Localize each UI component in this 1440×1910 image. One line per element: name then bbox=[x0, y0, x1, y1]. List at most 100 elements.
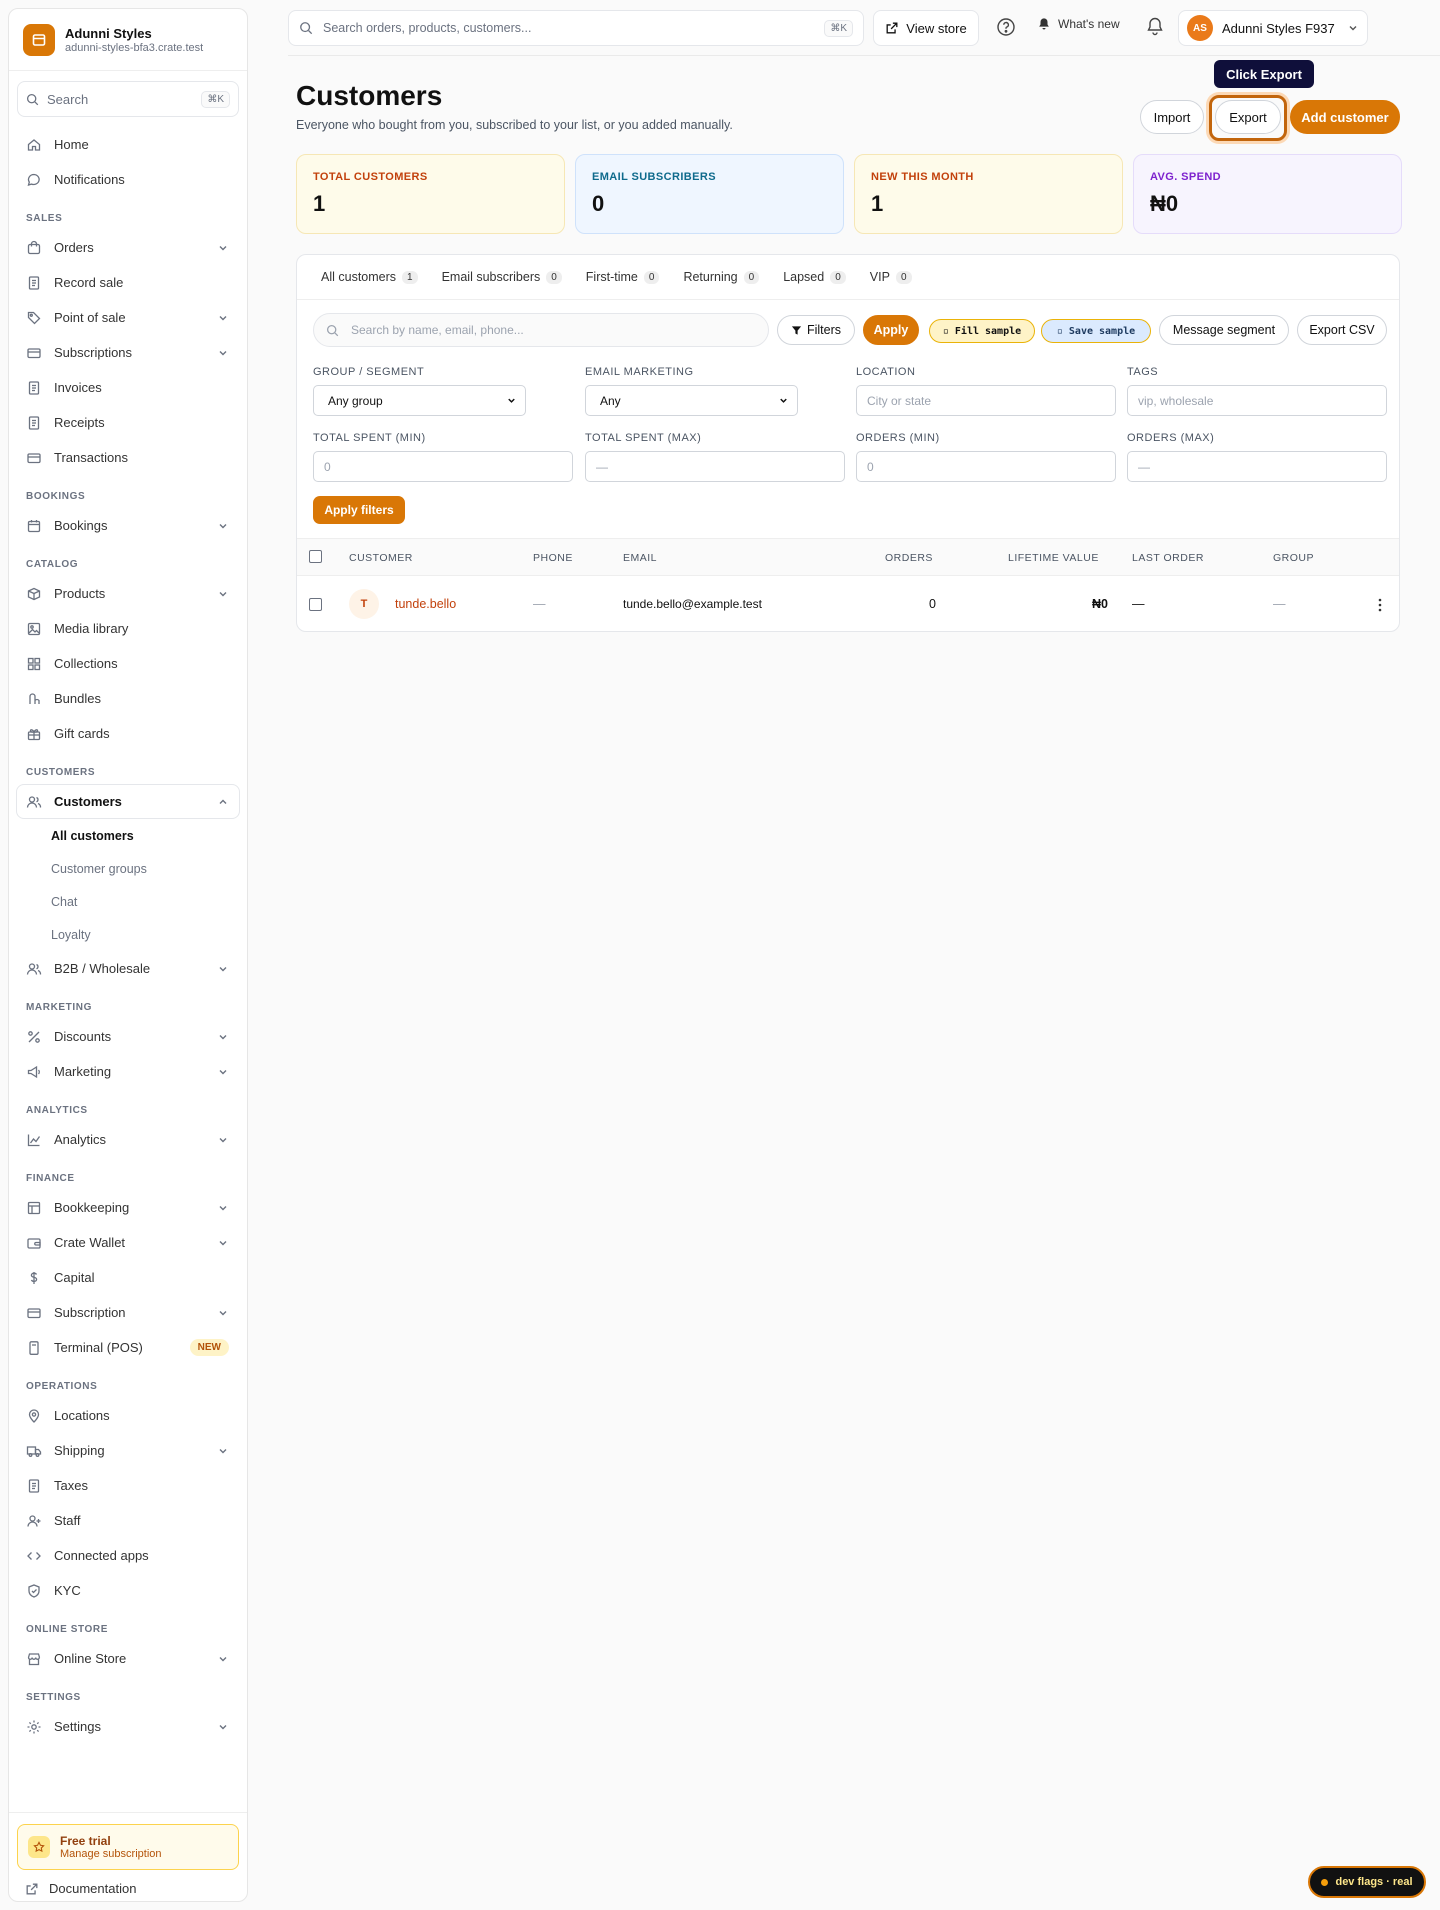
tab-email-subscribers[interactable]: Email subscribers 0 bbox=[442, 270, 562, 284]
customer-search-input[interactable]: Search by name, email, phone... bbox=[313, 313, 769, 347]
sidebar-item-receipts[interactable]: Receipts bbox=[9, 405, 239, 440]
nav-section-heading: OPERATIONS bbox=[26, 1381, 98, 1392]
sidebar-item-settings[interactable]: Settings bbox=[9, 1709, 239, 1744]
sidebar-item-crate-wallet[interactable]: Crate Wallet bbox=[9, 1225, 239, 1260]
customer-name-link[interactable]: tunde.bello bbox=[395, 597, 456, 611]
message-segment-button[interactable]: Message segment bbox=[1159, 315, 1289, 345]
store-name: Adunni Styles bbox=[65, 25, 152, 41]
document-icon bbox=[26, 1478, 42, 1494]
spent-max-input[interactable]: — bbox=[585, 451, 845, 482]
sidebar-subitem[interactable]: Loyalty bbox=[9, 918, 247, 951]
brand-header[interactable]: Adunni Styles adunni-styles-bfa3.crate.t… bbox=[9, 9, 247, 71]
chevron-down-icon bbox=[219, 245, 227, 250]
sidebar-item-customers[interactable]: Customers bbox=[16, 784, 240, 819]
row-checkbox[interactable] bbox=[309, 598, 322, 611]
sidebar-search[interactable]: Search ⌘K bbox=[17, 81, 239, 117]
global-search-input[interactable]: Search orders, products, customers... ⌘K bbox=[288, 10, 864, 46]
sidebar-item-discounts[interactable]: Discounts bbox=[9, 1019, 239, 1054]
stat-value: 1 bbox=[871, 191, 884, 216]
sidebar-item-marketing[interactable]: Marketing bbox=[9, 1054, 239, 1089]
sidebar-item-connected-apps[interactable]: Connected apps bbox=[9, 1538, 239, 1573]
tab-all-customers[interactable]: All customers 1 bbox=[321, 270, 418, 284]
manage-subscription-link[interactable]: Manage subscription bbox=[60, 1848, 162, 1860]
sidebar-item-record-sale[interactable]: Record sale bbox=[9, 265, 239, 300]
tab-first-time[interactable]: First-time 0 bbox=[586, 270, 660, 284]
sidebar-item-bookings[interactable]: Bookings bbox=[9, 508, 239, 543]
sidebar-item-capital[interactable]: Capital bbox=[9, 1260, 239, 1295]
sidebar-item-label: Analytics bbox=[54, 1132, 107, 1147]
free-trial-card[interactable]: Free trial Manage subscription bbox=[17, 1824, 239, 1870]
sidebar-item-subscription[interactable]: Subscription bbox=[9, 1295, 239, 1330]
tags-input[interactable]: vip, wholesale bbox=[1127, 385, 1387, 416]
sidebar-subitem[interactable]: Chat bbox=[9, 885, 247, 918]
sidebar-item-subscriptions[interactable]: Subscriptions bbox=[9, 335, 239, 370]
tab-returning[interactable]: Returning 0 bbox=[683, 270, 760, 284]
store-logo-icon bbox=[23, 23, 55, 56]
sidebar-item-orders[interactable]: Orders bbox=[9, 230, 239, 265]
apply-filters-button[interactable]: Apply filters bbox=[313, 496, 405, 524]
customer-group: — bbox=[1273, 597, 1286, 611]
sidebar-item-b2b-wholesale[interactable]: B2B / Wholesale bbox=[9, 951, 239, 986]
sidebar-item-analytics[interactable]: Analytics bbox=[9, 1122, 239, 1157]
sidebar-item-terminal-pos[interactable]: Terminal (POS) NEW bbox=[9, 1330, 239, 1365]
document-icon bbox=[26, 275, 42, 291]
notifications-bell-icon[interactable] bbox=[1145, 16, 1165, 36]
sidebar-item-kyc[interactable]: KYC bbox=[9, 1573, 239, 1608]
group-segment-select[interactable]: Any group bbox=[313, 385, 526, 416]
documentation-label: Documentation bbox=[49, 1881, 137, 1896]
nav-section-heading: MARKETING bbox=[26, 1002, 92, 1013]
sidebar-item-gift-cards[interactable]: Gift cards bbox=[9, 716, 239, 751]
users-icon bbox=[26, 961, 42, 977]
whats-new-button[interactable]: What's new bbox=[1037, 17, 1120, 31]
stat-label: EMAIL SUBSCRIBERS bbox=[592, 171, 716, 183]
sidebar-item-products[interactable]: Products bbox=[9, 576, 239, 611]
sidebar-item-online-store[interactable]: Online Store bbox=[9, 1641, 239, 1676]
sidebar-item-locations[interactable]: Locations bbox=[9, 1398, 239, 1433]
add-customer-button[interactable]: Add customer bbox=[1290, 100, 1400, 134]
sidebar-item-bundles[interactable]: Bundles bbox=[9, 681, 239, 716]
external-link-icon bbox=[886, 22, 898, 34]
export-button[interactable]: Export bbox=[1215, 100, 1281, 134]
save-sample-button[interactable]: ▫ Save sample bbox=[1041, 319, 1151, 343]
apply-button[interactable]: Apply bbox=[863, 315, 919, 345]
sidebar-item-transactions[interactable]: Transactions bbox=[9, 440, 239, 475]
sidebar-item-bookkeeping[interactable]: Bookkeeping bbox=[9, 1190, 239, 1225]
sidebar-item-shipping[interactable]: Shipping bbox=[9, 1433, 239, 1468]
fill-sample-button[interactable]: ▫ Fill sample bbox=[929, 319, 1035, 343]
col-email: EMAIL bbox=[623, 552, 658, 564]
spent-min-input[interactable]: 0 bbox=[313, 451, 573, 482]
sidebar-item-point-of-sale[interactable]: Point of sale bbox=[9, 300, 239, 335]
export-csv-button[interactable]: Export CSV bbox=[1297, 315, 1387, 345]
orders-min-input[interactable]: 0 bbox=[856, 451, 1116, 482]
table-row[interactable]: T tunde.bello — tunde.bello@example.test… bbox=[297, 577, 1399, 632]
filters-button[interactable]: Filters bbox=[777, 315, 855, 345]
orders-max-input[interactable]: — bbox=[1127, 451, 1387, 482]
email-marketing-select[interactable]: Any bbox=[585, 385, 798, 416]
import-button[interactable]: Import bbox=[1140, 100, 1204, 134]
customer-orders: 0 bbox=[929, 597, 936, 611]
sidebar-item-media-library[interactable]: Media library bbox=[9, 611, 239, 646]
store-domain: adunni-styles-bfa3.crate.test bbox=[65, 41, 204, 54]
account-menu[interactable]: AS Adunni Styles F937 bbox=[1178, 10, 1368, 46]
view-store-button[interactable]: View store bbox=[873, 10, 979, 46]
tab-lapsed[interactable]: Lapsed 0 bbox=[783, 270, 846, 284]
location-input[interactable]: City or state bbox=[856, 385, 1116, 416]
search-icon bbox=[300, 22, 313, 35]
sidebar-subitem[interactable]: All customers bbox=[9, 819, 247, 852]
chevron-down-icon bbox=[219, 1137, 227, 1142]
row-actions-icon[interactable] bbox=[1377, 597, 1383, 613]
select-all-checkbox[interactable] bbox=[309, 550, 322, 563]
sidebar-item-label: Point of sale bbox=[54, 310, 126, 325]
tab-vip[interactable]: VIP 0 bbox=[870, 270, 912, 284]
sidebar-item-invoices[interactable]: Invoices bbox=[9, 370, 239, 405]
sidebar-item-notifications[interactable]: Notifications bbox=[9, 162, 239, 197]
sidebar-item-collections[interactable]: Collections bbox=[9, 646, 239, 681]
sidebar-item-home[interactable]: Home bbox=[9, 127, 239, 162]
dev-flags-badge[interactable]: dev flags · real bbox=[1308, 1866, 1426, 1898]
sidebar-item-taxes[interactable]: Taxes bbox=[9, 1468, 239, 1503]
help-icon[interactable] bbox=[996, 17, 1016, 37]
sidebar-item-staff[interactable]: Staff bbox=[9, 1503, 239, 1538]
documentation-link[interactable]: Documentation bbox=[25, 1881, 136, 1896]
sidebar-subitem[interactable]: Customer groups bbox=[9, 852, 247, 885]
add-user-icon bbox=[26, 1513, 42, 1529]
